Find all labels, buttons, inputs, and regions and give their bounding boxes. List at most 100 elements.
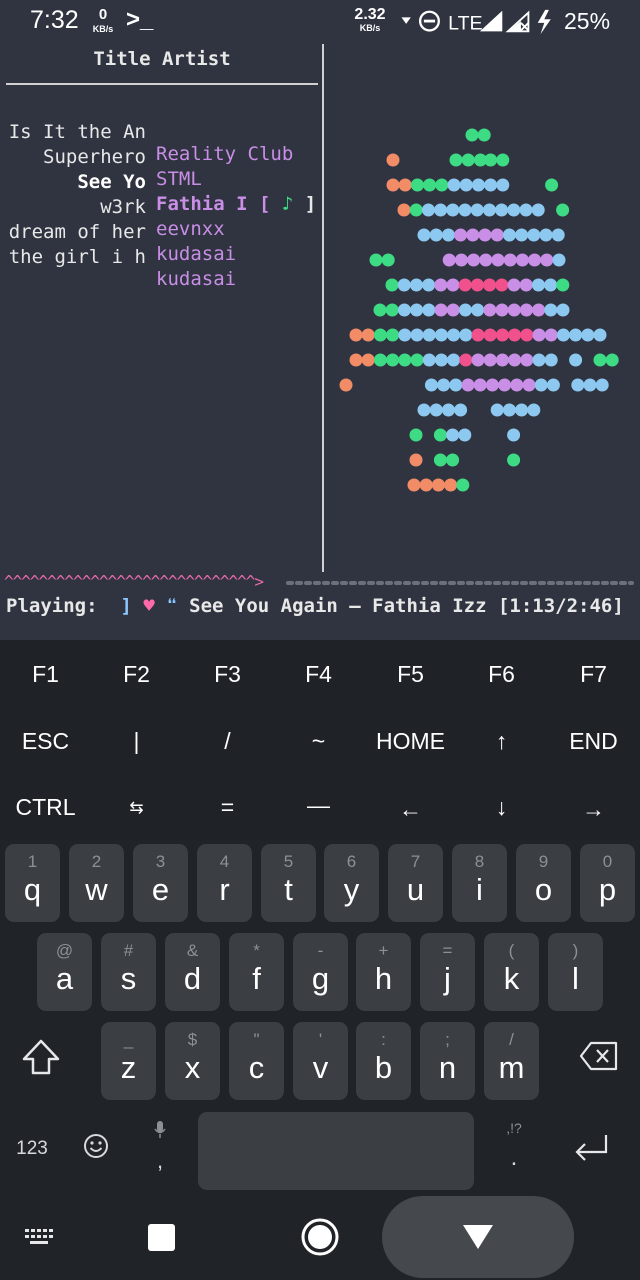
- key-slash[interactable]: /: [182, 728, 273, 755]
- visualizer-dot: [471, 353, 485, 367]
- track-row[interactable]: dream of her kudasai: [6, 199, 322, 265]
- progress-remaining: [286, 581, 634, 585]
- quote-icon: ❝: [166, 595, 178, 617]
- key-j[interactable]: = j: [420, 933, 475, 1011]
- shift-key[interactable]: [10, 1037, 72, 1087]
- key-f7[interactable]: F7: [548, 661, 639, 688]
- key-b[interactable]: :b: [356, 1022, 411, 1100]
- key-q[interactable]: 1q: [5, 844, 60, 922]
- key-down[interactable]: ↓: [456, 794, 547, 821]
- key-l[interactable]: ) l: [548, 933, 603, 1011]
- terminal-view[interactable]: Title Artist Is It the An Reality Club S…: [0, 44, 640, 640]
- key-dash[interactable]: —: [273, 792, 364, 819]
- key-pipe[interactable]: |: [91, 728, 182, 755]
- visualizer-dot: [386, 153, 400, 167]
- visualizer-dot: [407, 478, 421, 492]
- visualizer-dot: [385, 278, 399, 292]
- visualizer-dot: [551, 228, 565, 242]
- visualizer-dot: [491, 253, 505, 267]
- key-g[interactable]: -g: [293, 933, 348, 1011]
- visualizer-dot: [459, 328, 473, 342]
- key-left[interactable]: ←: [365, 796, 456, 823]
- key-f1[interactable]: F1: [0, 661, 91, 688]
- visualizer-dot: [503, 253, 517, 267]
- visualizer-dot: [434, 353, 448, 367]
- key-tilde[interactable]: ~: [273, 728, 364, 755]
- key-k[interactable]: (k: [484, 933, 539, 1011]
- key-w[interactable]: 2w: [69, 844, 124, 922]
- track-row[interactable]: the girl i h kudasai: [6, 224, 322, 290]
- visualizer-dot: [441, 228, 455, 242]
- visualizer-dot: [386, 178, 400, 192]
- key-e[interactable]: 3e: [133, 844, 188, 922]
- keyboard-hide-icon[interactable]: [24, 1228, 54, 1248]
- space-bar[interactable]: [198, 1112, 474, 1190]
- key-tab[interactable]: ⇆: [91, 798, 182, 818]
- visualizer-dot: [496, 178, 510, 192]
- backspace-key[interactable]: [572, 1040, 626, 1084]
- key-u[interactable]: 7u: [388, 844, 443, 922]
- visualizer-dot: [433, 428, 447, 442]
- key-equals[interactable]: =: [182, 794, 273, 821]
- key-home[interactable]: HOME: [365, 728, 456, 755]
- key-f6[interactable]: F6: [456, 661, 547, 688]
- visualizer-dot: [556, 303, 570, 317]
- visualizer-dot: [466, 228, 480, 242]
- key-c[interactable]: " c: [229, 1022, 284, 1100]
- visualizer-dot: [605, 353, 619, 367]
- key-n[interactable]: ; n: [420, 1022, 475, 1100]
- key-f2[interactable]: F2: [91, 661, 182, 688]
- period-key[interactable]: ,!? .: [494, 1120, 534, 1180]
- track-row[interactable]: Is It the An Reality Club: [6, 99, 322, 165]
- key-t[interactable]: 5t: [261, 844, 316, 922]
- key-v[interactable]: ' v: [293, 1022, 348, 1100]
- key-s[interactable]: # s: [101, 933, 156, 1011]
- key-f5[interactable]: F5: [365, 661, 456, 688]
- key-up[interactable]: ↑: [456, 728, 547, 755]
- key-right[interactable]: →: [548, 796, 639, 823]
- visualizer-dot: [470, 203, 484, 217]
- key-m[interactable]: / m: [484, 1022, 539, 1100]
- key-ctrl[interactable]: CTRL: [0, 794, 91, 821]
- back-button[interactable]: [382, 1196, 574, 1278]
- key-d[interactable]: & d: [165, 933, 220, 1011]
- visualizer-dot: [446, 303, 460, 317]
- visualizer-dot: [410, 328, 424, 342]
- key-esc[interactable]: ESC: [0, 728, 91, 755]
- numbers-key[interactable]: 123: [6, 1138, 58, 1160]
- visualizer-dot: [556, 278, 570, 292]
- visualizer-dot: [339, 378, 353, 392]
- emoji-key[interactable]: [78, 1132, 114, 1168]
- comma-key[interactable]: ,: [140, 1118, 180, 1182]
- visualizer-dot: [508, 353, 522, 367]
- key-z[interactable]: _ z: [101, 1022, 156, 1100]
- key-f3[interactable]: F3: [182, 661, 273, 688]
- key-o[interactable]: 9o: [516, 844, 571, 922]
- enter-key[interactable]: [566, 1132, 618, 1172]
- key-end[interactable]: END: [548, 728, 639, 755]
- home-button[interactable]: [300, 1217, 340, 1257]
- visualizer-dot: [442, 253, 456, 267]
- key-f4[interactable]: F4: [273, 661, 364, 688]
- key-i[interactable]: 8i: [452, 844, 507, 922]
- visualizer-dot: [361, 328, 375, 342]
- key-f[interactable]: * f: [229, 933, 284, 1011]
- key-p[interactable]: 0p: [580, 844, 635, 922]
- visualizer-dot: [385, 303, 399, 317]
- visualizer-dot: [490, 228, 504, 242]
- visualizer-dot: [507, 278, 521, 292]
- key-x[interactable]: $ x: [165, 1022, 220, 1100]
- visualizer-dot: [532, 353, 546, 367]
- visualizer-dot: [483, 303, 497, 317]
- visualizer-dot: [459, 178, 473, 192]
- recents-button[interactable]: [148, 1224, 175, 1251]
- visualizer-dot: [519, 278, 533, 292]
- key-a[interactable]: @ a: [37, 933, 92, 1011]
- key-h[interactable]: + h: [356, 933, 411, 1011]
- key-y[interactable]: 6y: [324, 844, 379, 922]
- track-row-playing[interactable]: See Yo Fathia I [ ♪ ]: [6, 149, 322, 215]
- visualizer-dot: [422, 328, 436, 342]
- track-row[interactable]: Superhero STML: [6, 124, 322, 190]
- key-r[interactable]: 4r: [197, 844, 252, 922]
- track-row[interactable]: w3rk eevnxx: [6, 174, 322, 240]
